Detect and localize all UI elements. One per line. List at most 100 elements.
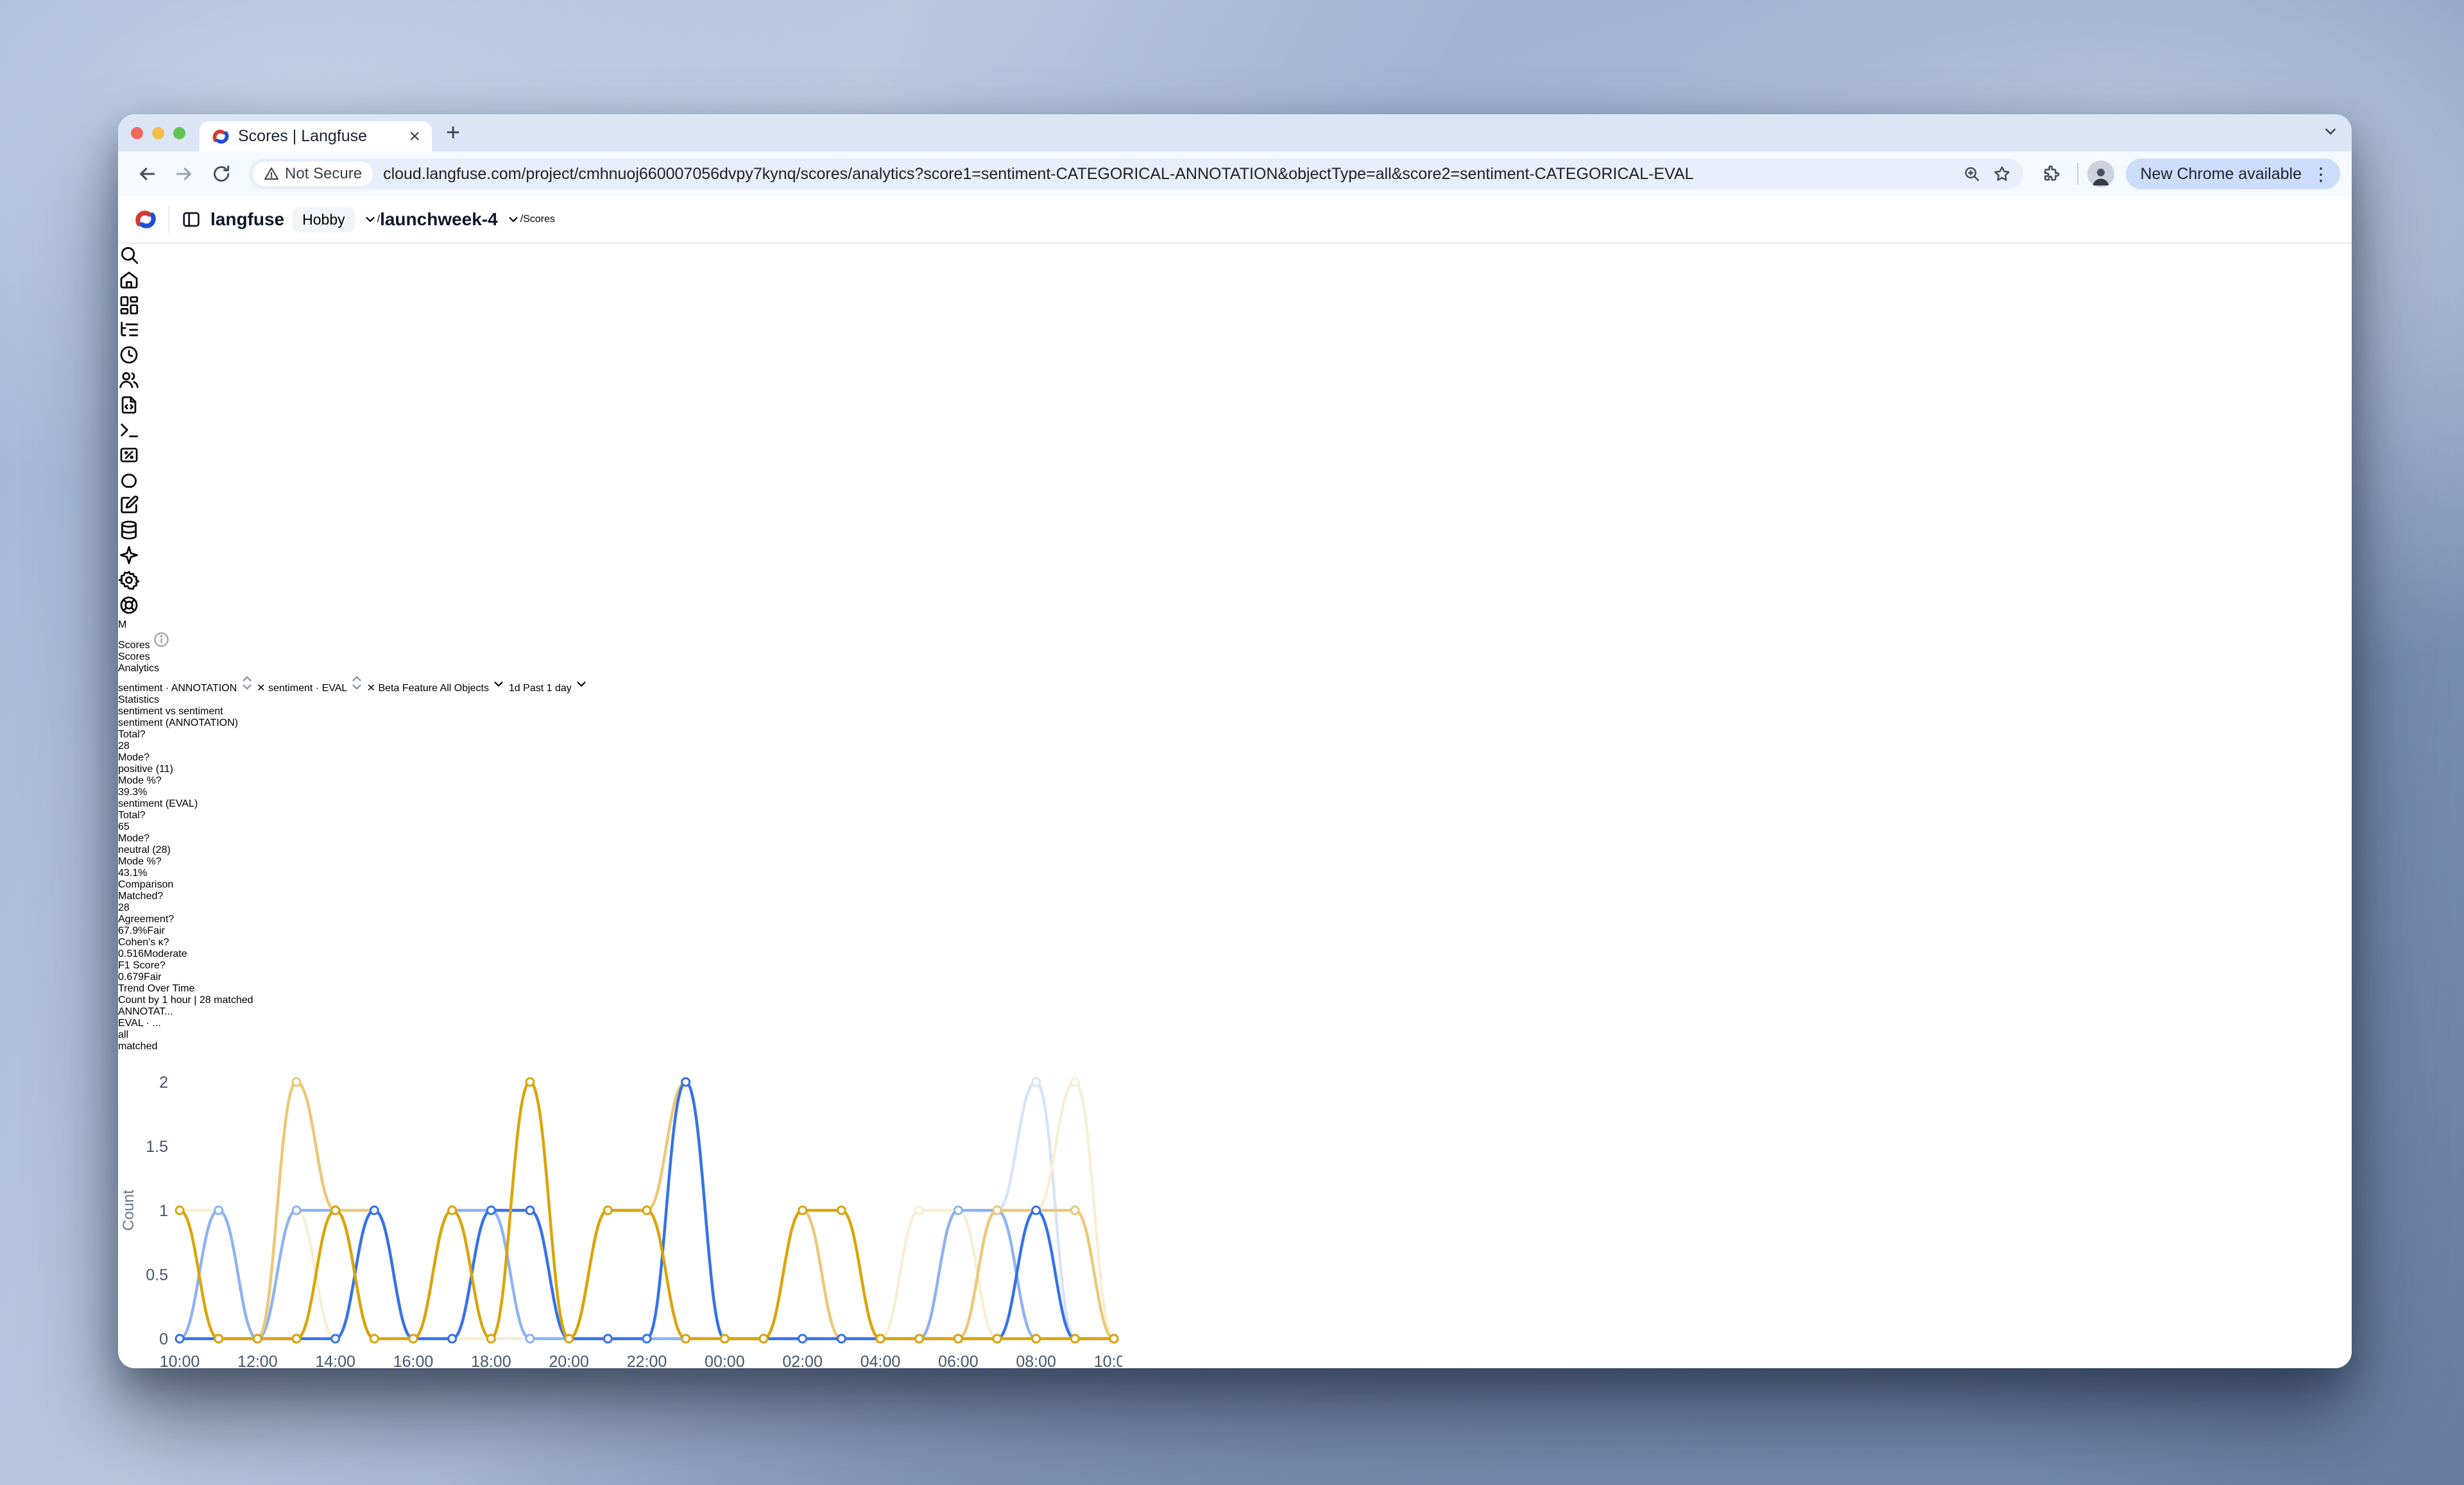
metric-value: 67.9% bbox=[118, 925, 147, 936]
chrome-update-pill[interactable]: New Chrome available ⋮ bbox=[2126, 159, 2340, 189]
window-controls bbox=[131, 127, 185, 139]
org-switcher[interactable]: langfuse Hobby bbox=[210, 207, 377, 232]
score1-select[interactable]: sentiment · ANNOTATION bbox=[118, 683, 257, 694]
new-tab-button[interactable]: + bbox=[446, 119, 460, 147]
tab-scores[interactable]: Scores bbox=[118, 651, 2352, 663]
score2-remove-button[interactable]: ✕ bbox=[367, 683, 375, 694]
back-button[interactable] bbox=[130, 157, 164, 191]
browser-tab-strip: Scores | Langfuse × + bbox=[118, 114, 2352, 151]
trend-card: Trend Over Time Count by 1 hour | 28 mat… bbox=[118, 983, 2352, 1368]
svg-text:18:00: 18:00 bbox=[471, 1353, 511, 1368]
metric-value: 0.516 bbox=[118, 949, 144, 959]
sidebar-item-evals[interactable] bbox=[118, 469, 2352, 494]
browser-menu-icon[interactable]: ⋮ bbox=[2308, 164, 2334, 185]
settings-icon bbox=[118, 569, 140, 591]
tab-analytics[interactable]: Analytics bbox=[118, 663, 2352, 674]
metric-qualifier: Fair bbox=[144, 972, 162, 983]
svg-text:22:00: 22:00 bbox=[627, 1353, 667, 1368]
svg-text:Count: Count bbox=[120, 1190, 137, 1231]
main-area: Scores ScoresAnalytics sentiment · ANNOT… bbox=[118, 631, 2352, 1368]
close-window-button[interactable] bbox=[131, 127, 143, 139]
help-icon[interactable]: ? bbox=[156, 856, 162, 867]
sidebar-item-datasets[interactable] bbox=[118, 519, 2352, 544]
sidebar-item-whats-new[interactable] bbox=[118, 544, 2352, 569]
metric-total: Total?28 bbox=[118, 729, 2352, 752]
browser-tab[interactable]: Scores | Langfuse × bbox=[200, 121, 432, 151]
sidebar-item-annotation[interactable] bbox=[118, 494, 2352, 519]
help-icon[interactable]: ? bbox=[144, 833, 150, 844]
help-icon[interactable]: ? bbox=[140, 810, 146, 821]
extensions-icon[interactable] bbox=[2033, 157, 2068, 191]
sidebar-item-dashboard[interactable] bbox=[118, 294, 2352, 319]
sidebar-item-scores[interactable] bbox=[118, 444, 2352, 469]
statistics-subtitle: sentiment vs sentiment bbox=[118, 706, 2352, 717]
minimize-window-button[interactable] bbox=[152, 127, 164, 139]
langfuse-favicon bbox=[211, 127, 230, 146]
sidebar-item-tracing[interactable] bbox=[118, 319, 2352, 344]
object-type-select[interactable]: All Objects bbox=[440, 683, 509, 694]
profile-avatar[interactable] bbox=[2087, 160, 2114, 187]
stats-section-sentiment-annotation: sentiment (ANNOTATION)Total?28Mode?posit… bbox=[118, 717, 2352, 798]
toggle-annotat[interactable]: ANNOTAT... bbox=[118, 1006, 2352, 1018]
users-icon bbox=[118, 369, 140, 391]
svg-text:06:00: 06:00 bbox=[938, 1353, 979, 1368]
not-secure-chip[interactable]: Not Secure bbox=[253, 162, 373, 186]
svg-text:14:00: 14:00 bbox=[315, 1353, 355, 1368]
reload-button[interactable] bbox=[204, 157, 239, 191]
help-icon[interactable]: ? bbox=[140, 729, 146, 740]
forward-button[interactable] bbox=[167, 157, 201, 191]
header-divider bbox=[168, 206, 169, 233]
maximize-window-button[interactable] bbox=[173, 127, 185, 139]
user-avatar[interactable]: M bbox=[118, 619, 2352, 631]
bookmark-star-icon[interactable] bbox=[1992, 164, 2012, 184]
info-icon[interactable] bbox=[153, 631, 170, 648]
help-icon[interactable]: ? bbox=[168, 914, 174, 925]
zoom-icon[interactable] bbox=[1963, 165, 1981, 183]
help-icon[interactable]: ? bbox=[164, 937, 169, 948]
langfuse-logo bbox=[133, 207, 158, 232]
score2-value: sentiment · EVAL bbox=[268, 683, 347, 694]
help-icon[interactable]: ? bbox=[157, 891, 163, 902]
tab-search-chevron-icon[interactable] bbox=[2322, 123, 2339, 143]
not-secure-label: Not Secure bbox=[285, 165, 362, 183]
range-value: Past 1 day bbox=[523, 683, 572, 694]
sidebar-item-search[interactable] bbox=[118, 244, 2352, 269]
score2-select[interactable]: sentiment · EVAL bbox=[268, 683, 367, 694]
toggle-matched[interactable]: matched bbox=[118, 1041, 2352, 1052]
help-icon[interactable]: ? bbox=[156, 775, 162, 786]
scores-icon bbox=[118, 444, 140, 466]
stats-section-sentiment-eval: sentiment (EVAL)Total?65Mode?neutral (28… bbox=[118, 798, 2352, 879]
address-bar[interactable]: Not Secure cloud.langfuse.com/project/cm… bbox=[249, 159, 2023, 189]
tab-close-icon[interactable]: × bbox=[406, 127, 423, 146]
help-icon[interactable]: ? bbox=[160, 960, 166, 971]
svg-text:10:00: 10:00 bbox=[160, 1353, 200, 1368]
metric-agreement: Agreement?67.9%Fair bbox=[118, 914, 2352, 937]
sidebar-toggle-icon[interactable] bbox=[181, 209, 201, 230]
sidebar-item-users[interactable] bbox=[118, 369, 2352, 394]
sidebar-item-prompts[interactable] bbox=[118, 394, 2352, 419]
metric-label: Mode % bbox=[118, 775, 156, 786]
stats-section-heading: sentiment (ANNOTATION) bbox=[118, 717, 2352, 729]
metric-mode: Mode?neutral (28) bbox=[118, 833, 2352, 856]
sidebar-item-settings[interactable] bbox=[118, 569, 2352, 594]
sidebar-item-sessions[interactable] bbox=[118, 344, 2352, 369]
metric-label: Matched bbox=[118, 891, 157, 902]
toggle-eval[interactable]: EVAL · ... bbox=[118, 1018, 2352, 1029]
org-name: langfuse bbox=[210, 209, 284, 230]
whats-new-icon bbox=[118, 544, 140, 566]
project-name: launchweek-4 bbox=[380, 209, 498, 230]
toggle-all[interactable]: all bbox=[118, 1029, 2352, 1041]
sidebar-item-support[interactable] bbox=[118, 594, 2352, 619]
sidebar-item-playground[interactable] bbox=[118, 419, 2352, 444]
date-range-select[interactable]: 1d Past 1 day bbox=[509, 683, 588, 694]
project-switcher[interactable]: launchweek-4 bbox=[380, 209, 520, 230]
help-icon[interactable]: ? bbox=[144, 752, 150, 763]
score1-remove-button[interactable]: ✕ bbox=[257, 683, 265, 694]
trend-subtitle: Count by 1 hour | 28 matched bbox=[118, 995, 2352, 1006]
page-title: Scores bbox=[118, 640, 150, 651]
beta-feature-badge: Beta Feature bbox=[378, 683, 438, 694]
svg-text:0: 0 bbox=[159, 1330, 168, 1348]
metric-label: F1 Score bbox=[118, 960, 160, 971]
sidebar-item-home[interactable] bbox=[118, 269, 2352, 294]
statistics-title: Statistics bbox=[118, 694, 2352, 706]
